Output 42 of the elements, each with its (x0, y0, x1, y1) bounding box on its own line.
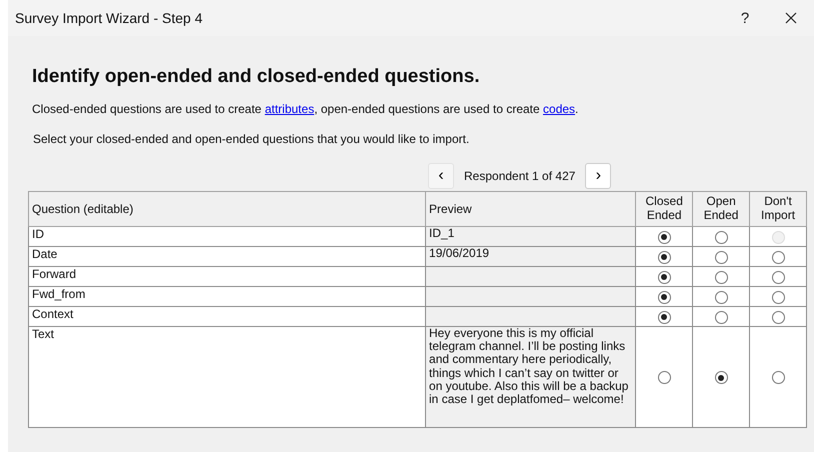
radio-button[interactable] (714, 250, 728, 264)
column-header: Don't Import (750, 192, 806, 226)
preview-cell: Hey everyone this is my official telegram channel. I’ll be posting links and commentary here periodically, things which I can’t say on twitter or on youtube. Also this will be a backup in case I get deplatfomed– welcome! (426, 326, 636, 428)
radio-button[interactable] (658, 250, 671, 264)
close-icon (785, 12, 797, 24)
question-cell[interactable]: ID (28, 226, 426, 246)
radio-button[interactable] (658, 290, 671, 304)
respondent-counter: Respondent 1 of 427 (463, 169, 576, 183)
radio-button[interactable] (658, 310, 671, 324)
question-cell[interactable]: Date (28, 246, 426, 266)
radio-button[interactable] (772, 250, 785, 264)
radio-button[interactable] (772, 371, 785, 384)
previous-button[interactable]: ‹ (428, 163, 454, 189)
radio-button[interactable] (772, 310, 785, 324)
help-button[interactable]: ? (722, 0, 768, 36)
radio-button[interactable] (772, 290, 785, 304)
radio-button[interactable] (658, 371, 671, 384)
window-title: Survey Import Wizard - Step 4 (15, 10, 204, 26)
question-cell[interactable]: Text (28, 326, 426, 428)
preview-cell: ID_1 (426, 226, 636, 246)
question-cell[interactable]: Context (28, 306, 426, 326)
radio-button[interactable] (714, 290, 728, 304)
question-cell[interactable]: Fwd_from (28, 286, 426, 306)
radio-button[interactable] (714, 371, 728, 384)
attributes-link[interactable]: attributes (264, 102, 314, 116)
radio-button[interactable] (772, 270, 785, 284)
radio-button[interactable] (714, 270, 728, 284)
column-header: Closed Ended (636, 192, 693, 226)
intro-text: Closed-ended questions are used to create attributes, open-ended questions are used to create codes. (32, 102, 580, 116)
preview-cell: 19/06/2019 (426, 246, 636, 266)
page-heading: Identify open-ended and closed-ended questions. (32, 66, 481, 88)
column-header: Question (editable) (28, 192, 426, 226)
next-button[interactable]: › (585, 163, 612, 189)
question-cell[interactable]: Forward (28, 266, 426, 286)
instruction-text: Select your closed-ended and open-ended questions that you would like to import. (33, 132, 470, 146)
codes-link[interactable]: codes (543, 102, 576, 116)
radio-button[interactable] (714, 310, 728, 324)
radio-button[interactable] (714, 230, 728, 244)
radio-button[interactable] (658, 230, 671, 244)
radio-button[interactable] (658, 270, 671, 284)
column-header: Open Ended (692, 192, 750, 226)
column-header: Preview (426, 192, 636, 226)
